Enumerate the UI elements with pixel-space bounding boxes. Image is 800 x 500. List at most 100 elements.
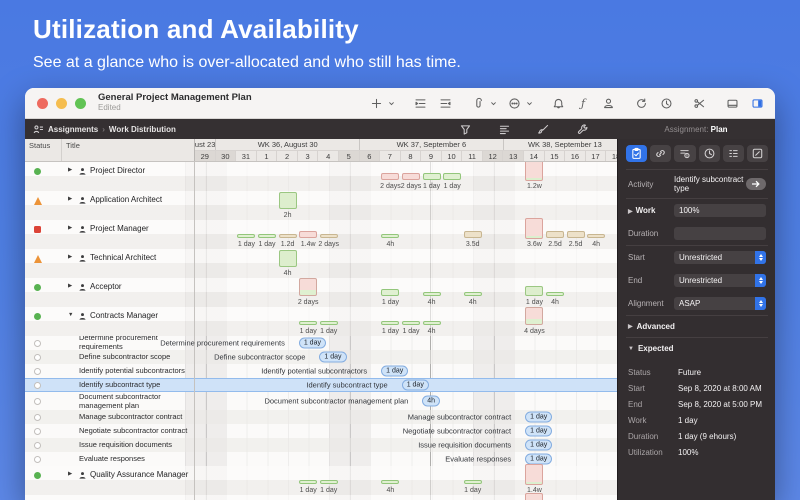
disclosure-collapsed-icon[interactable]: ▶ [68, 470, 75, 477]
style-brush-icon[interactable] [537, 123, 550, 136]
task-name[interactable]: Manage subcontractor contract [79, 413, 182, 422]
utilization-bar[interactable] [423, 321, 441, 325]
person-icon[interactable] [600, 95, 616, 111]
minimize-button[interactable] [56, 98, 67, 109]
utilization-bar[interactable] [279, 192, 297, 209]
task-duration-pill[interactable]: 1 day [299, 338, 326, 349]
advanced-disclosure-icon[interactable]: ▶ [628, 323, 633, 330]
resource-row[interactable]: ▶Team Leader [25, 495, 617, 500]
task-duration-pill[interactable]: 1 day [525, 426, 552, 437]
advanced-section[interactable]: ▶ Advanced [628, 322, 766, 331]
disclosure-collapsed-icon[interactable]: ▶ [68, 166, 75, 173]
status-column-header[interactable]: Status [25, 139, 62, 161]
utilization-bar[interactable] [587, 234, 605, 238]
breadcrumb-view[interactable]: Work Distribution [109, 125, 176, 134]
task-name[interactable]: Identify subcontract type [79, 381, 160, 390]
utilization-bar[interactable] [464, 292, 482, 296]
utilization-bar[interactable] [299, 231, 317, 238]
utilization-bar[interactable] [525, 307, 543, 325]
resource-row[interactable]: ▶Project Manager1 day1 day1.2d1.4w2 days… [25, 220, 617, 249]
start-popup[interactable]: Unrestricted [674, 251, 766, 264]
utilization-bar[interactable] [464, 480, 482, 484]
utilization-bar[interactable] [299, 278, 317, 296]
outdent-icon[interactable] [437, 95, 453, 111]
chevron-down-icon[interactable] [387, 95, 395, 111]
breadcrumb[interactable]: Assignments › Work Distribution [33, 124, 176, 135]
utilization-bar[interactable] [567, 231, 585, 238]
add-icon[interactable] [368, 95, 384, 111]
chevron-down-icon[interactable] [525, 95, 533, 111]
utilization-bar[interactable] [402, 173, 420, 180]
end-popup[interactable]: Unrestricted [674, 274, 766, 287]
indent-icon[interactable] [412, 95, 428, 111]
close-button[interactable] [37, 98, 48, 109]
disclosure-collapsed-icon[interactable]: ▶ [68, 282, 75, 289]
work-field[interactable]: 100% [674, 204, 766, 217]
sync-icon[interactable] [633, 95, 649, 111]
task-name[interactable]: Issue requisition documents [79, 441, 172, 450]
task-duration-pill[interactable]: 1 day [525, 454, 552, 465]
chevron-down-icon[interactable] [489, 95, 497, 111]
resource-name[interactable]: Technical Architect [90, 253, 156, 262]
resource-row[interactable]: ▶Quality Assurance Manager1 day1 day4h1 … [25, 466, 617, 495]
utilization-bar[interactable] [381, 321, 399, 325]
disclosure-collapsed-icon[interactable]: ▶ [68, 253, 75, 260]
resource-name[interactable]: Application Architect [90, 195, 162, 204]
disclosure-collapsed-icon[interactable]: ▶ [68, 224, 75, 231]
utilization-bar[interactable] [423, 173, 441, 180]
work-disclosure-icon[interactable]: ▶ [628, 209, 633, 215]
utilization-bar[interactable] [320, 321, 338, 325]
utilization-bar[interactable] [525, 162, 543, 181]
utilization-bar[interactable] [381, 234, 399, 238]
task-duration-pill[interactable]: 1 day [525, 440, 552, 451]
utilization-bar[interactable] [258, 234, 276, 238]
sidebar-icon[interactable] [749, 95, 765, 111]
utilization-bar[interactable] [402, 321, 420, 325]
task-name[interactable]: Negotiate subcontractor contract [79, 427, 187, 436]
task-name[interactable]: Evaluate responses [79, 455, 145, 464]
utilization-bar[interactable] [299, 480, 317, 484]
goto-activity-button[interactable] [746, 178, 766, 190]
resource-row[interactable]: ▶Application Architect2h [25, 191, 617, 220]
task-duration-pill[interactable]: 4h [422, 396, 440, 407]
task-row[interactable]: Negotiate subcontractor contractNegotiat… [25, 424, 617, 438]
inspector-tab-note-pencil[interactable] [747, 145, 768, 162]
resource-row[interactable]: ▶Acceptor2 days1 day4h4h1 day4h [25, 278, 617, 307]
utilization-bar[interactable] [464, 231, 482, 238]
utilization-bar[interactable] [525, 286, 543, 296]
utilization-bar[interactable] [423, 292, 441, 296]
utilization-bar[interactable] [443, 173, 461, 180]
alignment-popup[interactable]: ASAP [674, 297, 766, 310]
filter-icon[interactable] [459, 123, 472, 136]
resource-row[interactable]: ▶Project Director2 days2 days1 day1 day1… [25, 162, 617, 191]
task-duration-pill[interactable]: 1 day [525, 412, 552, 423]
resource-name[interactable]: Quality Assurance Manager [90, 470, 188, 479]
utilization-bar[interactable] [381, 173, 399, 180]
task-duration-pill[interactable]: 1 day [402, 380, 429, 391]
task-name[interactable]: Define subcontractor scope [79, 353, 170, 362]
utilization-bar[interactable] [320, 480, 338, 484]
inspector-tab-assignment-clipboard[interactable] [626, 145, 647, 162]
task-duration-pill[interactable]: 1 day [381, 366, 408, 377]
utilization-bar[interactable] [546, 292, 564, 296]
task-row[interactable]: Manage subcontractor contractManage subc… [25, 410, 617, 424]
utilization-bar[interactable] [381, 480, 399, 484]
timeline-header[interactable]: WK 35, August 23WK 36, August 30WK 37, S… [195, 139, 617, 161]
window-layout-icon[interactable] [724, 95, 740, 111]
breadcrumb-section[interactable]: Assignments [48, 125, 98, 134]
zoom-button[interactable] [75, 98, 86, 109]
utilization-bar[interactable] [320, 234, 338, 238]
utilization-bar[interactable] [525, 493, 543, 500]
utilization-bar[interactable] [279, 250, 297, 267]
resource-name[interactable]: Contracts Manager [90, 311, 158, 320]
resource-name[interactable]: Acceptor [90, 282, 122, 291]
utilization-bar[interactable] [279, 234, 297, 238]
task-row[interactable]: Determine procurement requirementsDeterm… [25, 336, 617, 350]
utilization-bar[interactable] [525, 464, 543, 485]
task-row[interactable]: Identify subcontract typeIdentify subcon… [25, 378, 617, 392]
attach-icon[interactable] [470, 95, 486, 111]
expected-section[interactable]: ▼ Expected [628, 344, 766, 353]
disclosure-collapsed-icon[interactable]: ▶ [68, 195, 75, 202]
inspector-tab-utilization-clock[interactable] [699, 145, 720, 162]
expected-disclosure-icon[interactable]: ▼ [628, 346, 634, 352]
